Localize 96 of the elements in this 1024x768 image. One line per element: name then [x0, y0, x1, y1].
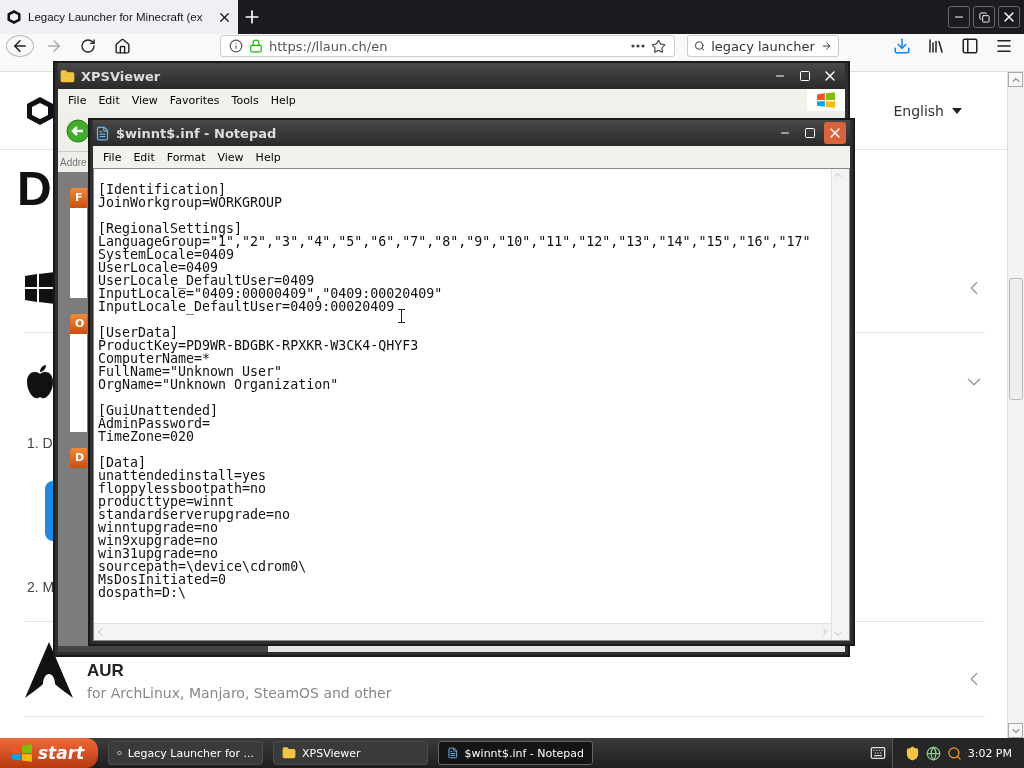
folder-icon — [60, 68, 75, 84]
cube-icon — [6, 9, 22, 25]
app-button[interactable] — [45, 481, 53, 541]
library-icon — [927, 37, 945, 55]
caret-icon — [952, 107, 962, 114]
text-line: [Data] — [98, 456, 147, 469]
minimize-button[interactable] — [948, 6, 970, 28]
info-icon — [229, 39, 243, 53]
taskbar-button[interactable]: XPSViewer — [273, 741, 428, 765]
text-line: LanguageGroup="1","2","3","4","5","6","7","8","9","10","11","12","13","14","15","16","17" — [98, 235, 812, 248]
windows-flag-icon — [12, 744, 32, 762]
menu-item[interactable]: Format — [160, 150, 212, 164]
menu-item[interactable]: Tools — [225, 93, 265, 107]
menu-item[interactable]: Help — [264, 93, 302, 107]
text-line: InputLocale_DefaultUser=0409:00020409 — [98, 300, 395, 313]
menu-item[interactable]: Favorites — [163, 93, 226, 107]
vertical-scrollbar[interactable] — [831, 169, 849, 640]
text-line: winntupgrade=no — [98, 521, 219, 534]
arrow-right-icon — [820, 39, 832, 53]
menu-item[interactable]: Edit — [92, 93, 126, 107]
shield-icon — [904, 745, 920, 761]
text-line: AdminPassword= — [98, 417, 211, 430]
keyboard-icon — [869, 745, 886, 761]
text-line: [RegionalSettings] — [98, 222, 244, 235]
address-label: Addre — [60, 156, 87, 168]
download-icon — [893, 37, 911, 55]
text-line: UserLocale_DefaultUser=0409 — [98, 274, 315, 287]
window-title: $winnt$.inf - Notepad — [116, 125, 277, 141]
clock: 3:02 PM — [967, 746, 1012, 760]
text-line: ProductKey=PD9WR-BDGBK-RPXKR-W3CK4-QHYF3 — [98, 339, 420, 352]
text-line: floppylessbootpath=no — [98, 482, 268, 495]
text-line: [GuiUnattended] — [98, 404, 220, 417]
text-line: sourcepath=\device\cdrom0\ — [98, 560, 308, 573]
scroll-thumb[interactable] — [58, 646, 268, 652]
restore-button[interactable] — [973, 6, 995, 28]
text-line: win9xupgrade=no — [98, 534, 220, 547]
menu-item[interactable]: View — [125, 93, 164, 107]
more-icon — [631, 44, 645, 48]
start-button[interactable]: start — [0, 738, 98, 768]
text-line: SystemLocale=0409 — [98, 248, 235, 261]
text-cursor-icon — [398, 309, 405, 323]
taskbar-button[interactable]: Legacy Launcher for ... — [108, 741, 263, 765]
menu-item[interactable]: Help — [249, 150, 287, 164]
horizontal-scrollbar[interactable] — [94, 623, 831, 640]
star-icon — [651, 38, 666, 54]
notepad-icon — [447, 746, 459, 760]
taskbar-button[interactable]: $winnt$.inf - Notepad — [438, 741, 593, 765]
maximize-icon — [799, 70, 811, 82]
sidebar-icon — [961, 37, 979, 55]
text-line: TimeZone=020 — [98, 430, 196, 443]
maximize-icon — [804, 127, 816, 139]
text-line: dospath=D:\ — [98, 586, 188, 599]
menu-item[interactable]: Edit — [127, 150, 161, 164]
text-line: win31upgrade=no — [98, 547, 219, 560]
text-line: [Identification] — [98, 183, 227, 196]
menu-icon — [995, 37, 1013, 55]
text-line: FullName="Unknown User" — [98, 365, 283, 378]
scrollbar[interactable] — [1007, 72, 1024, 738]
windows-flag-icon — [817, 92, 835, 108]
text-line: JoinWorkgroup=WORKGROUP — [98, 196, 284, 209]
restore-icon — [978, 11, 990, 23]
home-icon — [113, 37, 131, 55]
search-field[interactable]: legacy launcher — [687, 35, 839, 57]
row-subtitle: for ArchLinux, Manjaro, SteamOS and other — [87, 685, 392, 701]
page-heading: D — [17, 164, 52, 214]
text-line: ComputerName=* — [98, 352, 211, 365]
lock-icon — [249, 39, 263, 53]
text-line: UserLocale=0409 — [98, 261, 219, 274]
search-icon — [946, 745, 962, 761]
text-line: producttype=winnt — [98, 495, 235, 508]
forward-icon — [45, 37, 63, 55]
row-title: AUR — [87, 661, 125, 681]
text-line: standardserverupgrade=no — [98, 508, 292, 521]
window-title: XPSViewer — [81, 68, 161, 84]
menu-item[interactable]: View — [211, 150, 250, 164]
scroll-thumb[interactable] — [1009, 278, 1023, 400]
step-text: 1. D — [26, 434, 53, 453]
text-line: MsDosInitiated=0 — [98, 573, 227, 586]
menu-item[interactable]: File — [97, 150, 128, 164]
reload-icon — [80, 38, 96, 54]
menu-item[interactable]: File — [62, 93, 93, 107]
address-field[interactable]: https://llaun.ch/en — [220, 35, 675, 57]
back-button[interactable] — [66, 119, 90, 143]
text-line: InputLocale="0409:00000409","0409:00020409" — [98, 287, 444, 300]
language-dropdown[interactable]: English — [893, 102, 962, 119]
folder-icon — [282, 746, 296, 760]
notepad-icon — [95, 125, 110, 141]
step-text: 2. M — [26, 578, 55, 597]
back-icon — [11, 37, 29, 55]
network-icon — [925, 745, 941, 761]
close-button[interactable] — [998, 6, 1020, 28]
text-line: OrgName="Unknown Organization" — [98, 378, 340, 391]
text-line: unattendedinstall=yes — [98, 469, 268, 482]
search-icon — [694, 39, 706, 53]
text-line: [UserData] — [98, 326, 179, 339]
browser-tab[interactable]: Legacy Launcher for Minecraft (ex — [0, 0, 238, 34]
